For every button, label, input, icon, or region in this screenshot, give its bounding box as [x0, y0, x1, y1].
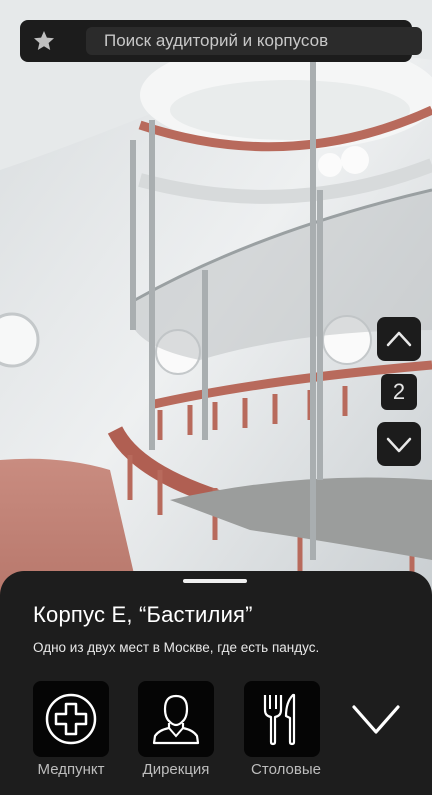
floor-down-button[interactable]	[377, 422, 421, 466]
search-input[interactable]	[86, 27, 422, 55]
stolovye-label: Столовые	[251, 761, 321, 778]
stolovye-button[interactable]	[244, 681, 320, 757]
cutlery-icon	[263, 693, 296, 746]
chevron-down-icon	[386, 437, 412, 453]
medpunkt-label: Медпункт	[37, 761, 105, 778]
search-bar	[20, 20, 422, 62]
sheet-drag-handle[interactable]	[183, 579, 247, 583]
building-title: Корпус Е, “Бастилия”	[33, 602, 253, 627]
current-floor: 2	[381, 374, 417, 410]
building-info-sheet: Корпус Е, “Бастилия” Одно из двух мест в…	[0, 571, 432, 795]
expand-sheet-button[interactable]	[350, 698, 402, 742]
chevron-up-icon	[386, 331, 412, 347]
chevron-down-icon	[352, 705, 400, 734]
medpunkt-button[interactable]	[33, 681, 109, 757]
medical-cross-icon	[45, 693, 97, 745]
person-icon	[152, 694, 200, 745]
direkcia-button[interactable]	[138, 681, 214, 757]
building-description: Одно из двух мест в Москве, где есть пан…	[33, 640, 320, 655]
building-photo	[0, 0, 432, 600]
direkcia-label: Дирекция	[142, 761, 210, 778]
star-icon[interactable]	[32, 29, 56, 53]
floor-up-button[interactable]	[377, 317, 421, 361]
